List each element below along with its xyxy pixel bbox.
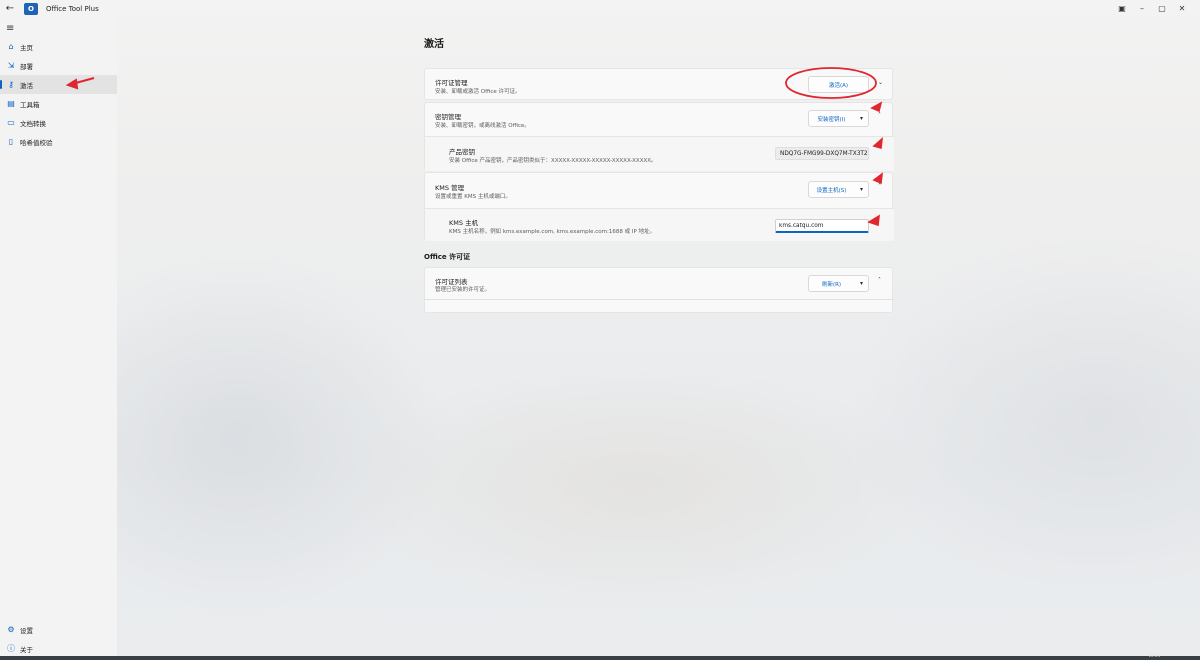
taskbar: 10:04 bbox=[0, 653, 1200, 660]
annotation-arrow-kms-chevron bbox=[872, 172, 883, 185]
annotation-circle-activate bbox=[785, 67, 877, 99]
taskbar-clock: 10:04 bbox=[1148, 653, 1160, 658]
annotation-arrow-product-key bbox=[872, 137, 884, 150]
annotation-arrow-key-chevron bbox=[870, 101, 883, 113]
annotation-arrow-kms-host bbox=[867, 214, 880, 227]
annotation-arrow-sidebar bbox=[65, 77, 95, 90]
annotation-overlay bbox=[65, 67, 884, 227]
